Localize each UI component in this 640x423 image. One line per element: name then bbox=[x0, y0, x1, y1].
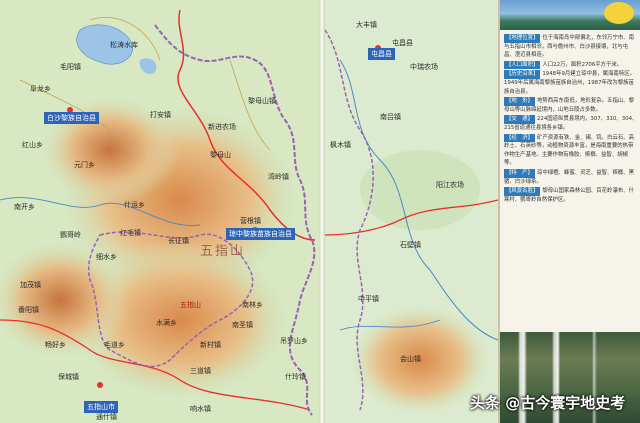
map-town-label: 毛阳镇 bbox=[60, 63, 81, 71]
map-town-label: 水满乡 bbox=[156, 319, 177, 327]
map-town-label: 三道镇 bbox=[190, 367, 211, 375]
map-town-label: 畅好乡 bbox=[45, 341, 66, 349]
map-town-label: 细水乡 bbox=[96, 253, 117, 261]
map-town-label: 什玲镇 bbox=[285, 373, 306, 381]
info-section-heading: 【交 通】 bbox=[504, 115, 535, 124]
map-town-label: 响水镇 bbox=[190, 405, 211, 413]
info-text: 【地理位置】 位于海南岛中部偏北，东邻万宁市、南与五指山市相邻，西与儋州市、白沙县… bbox=[504, 34, 638, 205]
info-section-transport: 【交 通】 224国道纵贯县境内，307、310、304、215省道通往县境各乡镇… bbox=[504, 115, 638, 132]
map-town-label: 石壁镇 bbox=[400, 241, 421, 249]
map-town-label: 南吕镇 bbox=[380, 113, 401, 121]
map-town-label: 中瑞农场 bbox=[410, 63, 438, 71]
map-town-label: 枫木镇 bbox=[330, 141, 351, 149]
info-section-heading: 【人口面积】 bbox=[504, 60, 541, 70]
map-town-label: 保城镇 bbox=[58, 373, 79, 381]
info-section-heading: 【地理位置】 bbox=[504, 34, 541, 43]
info-section-heading: 【历史沿革】 bbox=[504, 70, 541, 79]
watermark-text: 头条 @古今寰宇地史考 bbox=[470, 394, 626, 412]
map-town-label: 新村镇 bbox=[200, 341, 221, 349]
map-town-label: 毛道乡 bbox=[104, 341, 125, 349]
info-section-scenery: 【风景名胜】 黎母山国家森林公园、百花岭瀑布、什寒村、鹦哥岭自然保护区。 bbox=[504, 187, 638, 204]
map-town-label: 吊罗山乡 bbox=[280, 337, 308, 345]
info-section-products: 【特 产】 琼中绿橙、蜂蜜、灵芝、益智、槟榔、黑猪、白沙绿茶。 bbox=[504, 168, 638, 186]
map-seat-label-baisha[interactable]: 白沙黎族自治县 bbox=[44, 112, 99, 124]
info-sidebar: 【地理位置】 位于海南岛中部偏北，东邻万宁市、南与五指山市相邻，西与儋州市、白沙县… bbox=[498, 0, 640, 423]
map-town-label: 阳江农场 bbox=[436, 181, 464, 189]
info-section-history: 【历史沿革】 1948年9月建立琼中县，属海南特区。1949年后属海南黎族苗族自治… bbox=[504, 70, 638, 96]
map-town-label: 南圣镇 bbox=[232, 321, 253, 329]
map-town-label: 通什镇 bbox=[96, 413, 117, 421]
info-section-population: 【人口面积】 人口22万，面积2706平方千米。 bbox=[504, 60, 638, 70]
map-town-label: 黎母山镇 bbox=[248, 97, 276, 105]
info-section-location: 【地理位置】 位于海南岛中部偏北，东邻万宁市、南与五指山市相邻，西与儋州市、白沙县… bbox=[504, 34, 638, 60]
info-section-heading: 【地 形】 bbox=[504, 97, 535, 106]
info-section-body: 人口22万，面积2706平方千米。 bbox=[542, 61, 623, 68]
map-mountain-label: 黎母山 bbox=[210, 151, 231, 159]
map-town-label: 营根镇 bbox=[240, 217, 261, 225]
map-seat-label-qiongzhong[interactable]: 琼中黎族苗族自治县 bbox=[226, 228, 295, 240]
map-town-label: 加茂镇 bbox=[20, 281, 41, 289]
map-town-label: 元门乡 bbox=[74, 161, 95, 169]
map-town-label: 番阳镇 bbox=[18, 306, 39, 314]
map-town-label: 大丰镇 bbox=[356, 21, 377, 29]
map-mountain-label: 鹦哥岭 bbox=[60, 231, 81, 239]
map-town-label: 红山乡 bbox=[22, 141, 43, 149]
map-seat-label-tunchang[interactable]: 屯昌县 bbox=[368, 48, 395, 60]
page-fold bbox=[319, 0, 325, 423]
info-section-economy: 【经 济】 矿产资源有铁、金、锡、钨、白云石、高岭土、石英砂等，动植物资源丰富，是… bbox=[504, 133, 638, 168]
map-town-label: 红毛镇 bbox=[120, 229, 141, 237]
map-region-label: 五指山 bbox=[200, 244, 246, 259]
map-town-label: 中平镇 bbox=[358, 295, 379, 303]
map-town-label: 打安镇 bbox=[150, 111, 171, 119]
info-section-heading: 【经 济】 bbox=[504, 133, 535, 143]
map-town-label: 阜龙乡 bbox=[30, 85, 51, 93]
info-section-heading: 【风景名胜】 bbox=[504, 187, 541, 196]
map-panel[interactable]: 五指山 白沙黎族自治县 琼中黎族苗族自治县 五指山市 屯昌县 松涛水库 毛阳镇 … bbox=[0, 0, 498, 423]
map-town-label: 新进农场 bbox=[208, 123, 236, 131]
map-town-label: 什运乡 bbox=[124, 201, 145, 209]
map-town-label: 长征镇 bbox=[168, 237, 189, 245]
map-mountain-label: 五指山 bbox=[180, 301, 201, 309]
map-lake-label: 松涛水库 bbox=[110, 41, 138, 49]
map-town-label: 南林乡 bbox=[242, 301, 263, 309]
info-section-terrain: 【地 形】 地势西高东南低，地形复杂。五指山、黎母山等山脉绵延境内，山地丘陵占多数… bbox=[504, 97, 638, 114]
page: 五指山 白沙黎族自治县 琼中黎族苗族自治县 五指山市 屯昌县 松涛水库 毛阳镇 … bbox=[0, 0, 640, 423]
map-town-label: 屯昌县 bbox=[392, 39, 413, 47]
map-town-label: 会山镇 bbox=[400, 355, 421, 363]
info-section-heading: 【特 产】 bbox=[504, 168, 535, 178]
map-town-label: 南开乡 bbox=[14, 203, 35, 211]
map-town-label: 湾岭镇 bbox=[268, 173, 289, 181]
emblem-icon bbox=[604, 2, 634, 24]
landscape-photo-top bbox=[500, 0, 640, 30]
